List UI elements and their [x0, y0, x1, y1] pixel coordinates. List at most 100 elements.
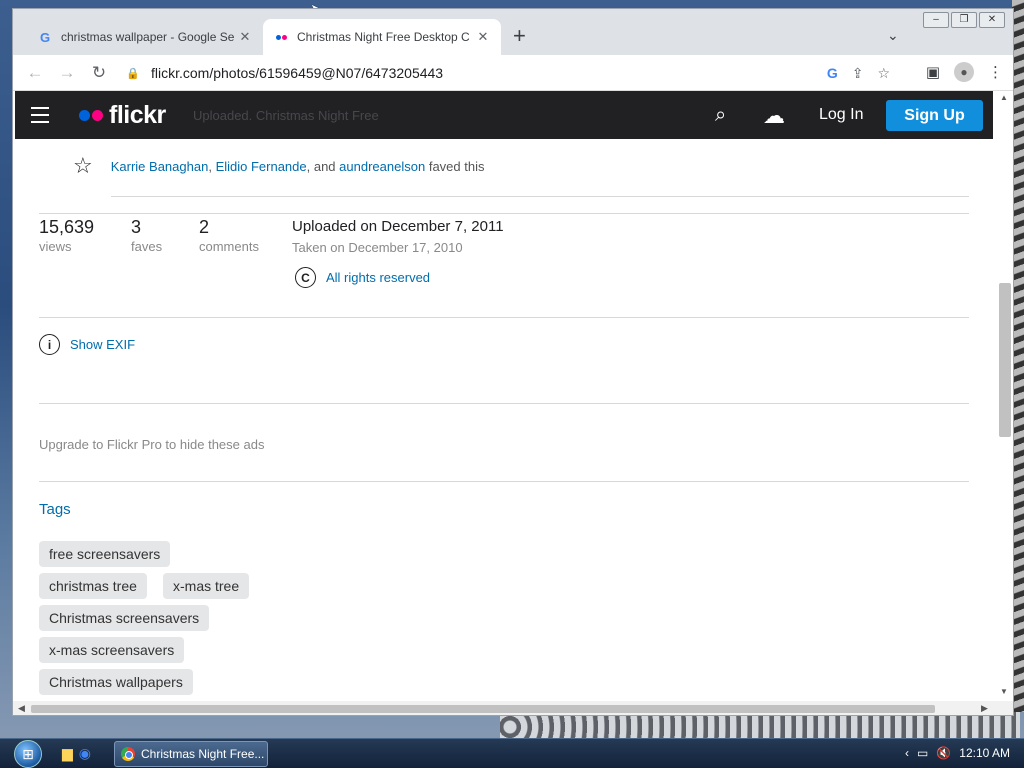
browser-window: G christmas wallpaper - Google Se ✕ Chri… [12, 8, 1014, 716]
tab-strip: G christmas wallpaper - Google Se ✕ Chri… [13, 9, 1013, 55]
start-button[interactable]: ⊞ [10, 739, 46, 768]
faves-suffix: faved this [428, 158, 485, 174]
close-tab-icon[interactable]: ✕ [475, 29, 491, 45]
star-icon[interactable]: ☆ [73, 153, 93, 179]
tag-pill[interactable]: christmas tree [39, 573, 147, 599]
close-window-button[interactable]: ✕ [979, 12, 1005, 28]
chrome-icon[interactable]: ◉ [79, 745, 91, 762]
address-bar[interactable]: 🔒 flickr.com/photos/61596459@N07/6473205… [125, 58, 890, 88]
info-icon: i [39, 334, 60, 355]
scroll-left-icon[interactable]: ◀ [18, 703, 25, 714]
fave-user-link[interactable]: Elidio Fernande [216, 159, 307, 174]
flickr-icon [273, 29, 289, 45]
search-icon[interactable]: ⌕ [715, 104, 726, 127]
upgrade-ad-text[interactable]: Upgrade to Flickr Pro to hide these ads [39, 437, 264, 452]
hamburger-menu-icon[interactable] [31, 107, 49, 128]
forward-button[interactable]: → [51, 63, 83, 83]
header-ghost-text: Uploaded. Christmas Night Free [193, 108, 379, 123]
profile-avatar-icon[interactable]: ● [954, 62, 974, 82]
logo-dot-pink [92, 110, 103, 121]
stat-comments: 2 comments [199, 217, 259, 254]
logo-dot-blue [79, 110, 90, 121]
tag-pill[interactable]: free screensavers [39, 541, 171, 567]
windows-taskbar: ⊞ ▆ ◉ Christmas Night Free... ‹ ▭ 🔇 12:1… [0, 738, 1024, 768]
reload-button[interactable]: ↻ [83, 63, 115, 83]
flickr-logo[interactable]: flickr [79, 101, 166, 130]
fave-user-link[interactable]: aundreanelson [339, 159, 425, 174]
license-line[interactable]: C All rights reserved [295, 267, 430, 288]
tab-google-search[interactable]: G christmas wallpaper - Google Se ✕ [27, 19, 263, 55]
login-link[interactable]: Log In [819, 106, 863, 124]
side-panel-icon[interactable]: ▣ [926, 63, 940, 81]
signup-button[interactable]: Sign Up [886, 100, 983, 131]
stat-label: faves [131, 239, 163, 254]
new-tab-button[interactable]: + [513, 25, 526, 47]
tab-flickr[interactable]: Christmas Night Free Desktop C ✕ [263, 19, 501, 55]
volume-muted-icon[interactable]: 🔇 [936, 746, 951, 760]
show-exif-link[interactable]: Show EXIF [70, 337, 135, 352]
tag-pill[interactable]: Christmas wallpapers [39, 669, 193, 695]
show-exif[interactable]: i Show EXIF [39, 334, 135, 355]
divider [39, 481, 969, 482]
network-icon[interactable]: ▭ [917, 746, 928, 760]
divider [39, 403, 969, 404]
upload-cloud-icon[interactable]: ☁ [763, 103, 785, 129]
tag-pill[interactable]: x-mas screensavers [39, 637, 185, 663]
license-link[interactable]: All rights reserved [326, 270, 430, 285]
tag-pill[interactable]: x-mas tree [163, 573, 250, 599]
tray-expand-icon[interactable]: ‹ [905, 746, 909, 760]
stat-value: 3 [131, 217, 142, 237]
windows-logo-icon: ⊞ [14, 740, 42, 768]
upload-info: Uploaded on December 7, 2011 Taken on De… [292, 218, 504, 255]
stat-label: views [39, 239, 72, 254]
stat-value: 15,639 [39, 217, 95, 237]
google-icon: G [39, 29, 51, 45]
scroll-right-icon[interactable]: ▶ [981, 703, 988, 714]
uploaded-date: Uploaded on December 7, 2011 [292, 218, 504, 235]
close-tab-icon[interactable]: ✕ [237, 29, 253, 45]
stat-views: 15,639 views [39, 217, 94, 254]
bookmark-star-icon[interactable]: ☆ [877, 65, 890, 82]
stat-value: 2 [199, 217, 210, 237]
horizontal-scroll-thumb[interactable] [31, 705, 935, 713]
faves-separator: , [208, 158, 212, 174]
faves-line: ☆ Karrie Banaghan , Elidio Fernande , an… [73, 153, 484, 179]
taskbar-task-label: Christmas Night Free... [141, 747, 265, 761]
google-lens-icon[interactable]: G [827, 65, 838, 81]
stat-faves: 3 faves [131, 217, 162, 254]
vertical-scrollbar[interactable]: ▲ ▼ [995, 91, 1013, 701]
copyright-icon: C [295, 267, 316, 288]
fave-user-link[interactable]: Karrie Banaghan [111, 159, 209, 174]
divider [39, 213, 969, 214]
taskbar-chrome-window[interactable]: Christmas Night Free... [114, 741, 268, 767]
horizontal-scrollbar[interactable]: ◀ ▶ [13, 701, 1013, 715]
back-button[interactable]: ← [19, 63, 51, 83]
chrome-icon [121, 747, 135, 761]
vertical-scroll-thumb[interactable] [999, 283, 1011, 437]
page-viewport: flickr Uploaded. Christmas Night Free ⌕ … [13, 91, 1013, 715]
minimize-button[interactable]: – [923, 12, 949, 28]
divider [111, 196, 969, 197]
scroll-down-icon[interactable]: ▼ [1000, 687, 1008, 696]
system-tray: ‹ ▭ 🔇 12:10 AM [905, 746, 1010, 760]
faves-separator: , and [306, 158, 336, 174]
scroll-up-icon[interactable]: ▲ [1000, 93, 1008, 102]
tab-title: christmas wallpaper - Google Se [61, 30, 235, 44]
share-icon[interactable]: ⇪ [852, 65, 864, 82]
tag-pill[interactable]: Christmas screensavers [39, 605, 210, 631]
folder-icon[interactable]: ▆ [62, 745, 73, 762]
restore-button[interactable]: ❐ [951, 12, 977, 28]
tab-title: Christmas Night Free Desktop C [297, 30, 470, 44]
flickr-header: flickr Uploaded. Christmas Night Free ⌕ … [15, 91, 993, 139]
menu-kebab-icon[interactable]: ⋮ [988, 63, 1003, 81]
divider [39, 317, 969, 318]
tags-heading: Tags [39, 501, 71, 518]
url-text: flickr.com/photos/61596459@N07/647320544… [151, 65, 444, 81]
tab-search-button[interactable]: ⌄ [887, 27, 899, 44]
stat-label: comments [199, 239, 259, 254]
clock[interactable]: 12:10 AM [959, 746, 1010, 760]
window-controls: – ❐ ✕ [923, 12, 1005, 28]
taken-date: Taken on December 17, 2010 [292, 240, 463, 255]
quick-launch: ▆ ◉ [62, 745, 91, 762]
logo-text: flickr [109, 101, 166, 129]
